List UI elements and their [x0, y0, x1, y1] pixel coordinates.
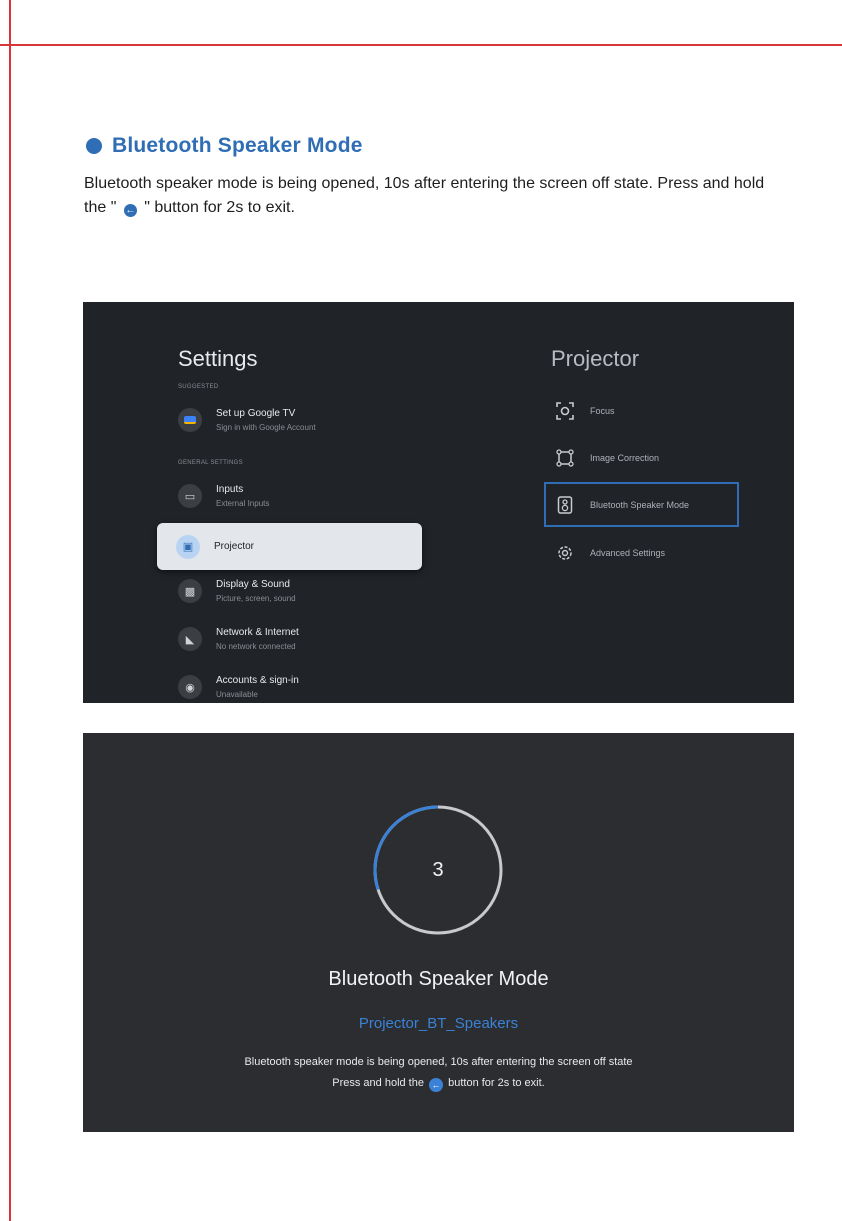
account-icon: ◉: [178, 675, 202, 699]
projector-item-image-correction[interactable]: Image Correction: [554, 447, 659, 469]
item-desc: External Inputs: [216, 499, 270, 508]
item-title: Display & Sound: [216, 579, 290, 590]
item-label: Focus: [590, 406, 615, 416]
item-label: Bluetooth Speaker Mode: [590, 500, 690, 510]
speaker-icon: [554, 494, 576, 516]
countdown-number: 3: [432, 858, 444, 881]
item-desc: Picture, screen, sound: [216, 594, 296, 603]
general-settings-label: GENERAL SETTINGS: [178, 460, 243, 466]
item-title: Projector: [214, 541, 255, 552]
section-heading: Bluetooth Speaker Mode: [86, 134, 363, 158]
line2-part1: Press and hold the: [332, 1077, 424, 1089]
focus-icon: [554, 400, 576, 422]
speaker-mode-title: Bluetooth Speaker Mode: [328, 968, 549, 990]
left-rule: [9, 0, 11, 1221]
speaker-mode-screenshot: 3 Bluetooth Speaker Mode Projector_BT_Sp…: [83, 733, 794, 1132]
top-rule: [0, 44, 842, 46]
projector-item-focus[interactable]: Focus: [554, 400, 615, 422]
projector-item-advanced-settings[interactable]: Advanced Settings: [554, 542, 665, 564]
image-correction-icon: [554, 447, 576, 469]
suggested-label: SUGGESTED: [178, 384, 219, 390]
settings-item-accounts[interactable]: ◉ Accounts & sign-in Unavailable: [178, 675, 299, 699]
settings-item-inputs[interactable]: ▭ Inputs External Inputs: [178, 484, 269, 508]
item-title: Accounts & sign-in: [216, 675, 299, 686]
settings-title: Settings: [178, 346, 258, 371]
wifi-icon: ◣: [178, 627, 202, 651]
item-desc: Sign in with Google Account: [216, 423, 316, 432]
item-desc: Unavailable: [216, 690, 258, 699]
google-tv-icon: [178, 408, 202, 432]
line2-part2: button for 2s to exit.: [448, 1077, 545, 1089]
settings-item-network[interactable]: ◣ Network & Internet No network connected: [178, 627, 299, 651]
section-title: Bluetooth Speaker Mode: [112, 134, 363, 157]
speaker-instructions-line1: Bluetooth speaker mode is being opened, …: [244, 1056, 633, 1068]
item-label: Advanced Settings: [590, 548, 666, 558]
settings-item-display-sound[interactable]: ▩ Display & Sound Picture, screen, sound: [178, 579, 296, 603]
settings-screenshot: Settings SUGGESTED Set up Google TV Sign …: [83, 302, 794, 703]
back-arrow-icon: ←: [123, 204, 137, 217]
tv-input-icon: ▭: [178, 484, 202, 508]
item-title: Set up Google TV: [216, 408, 296, 419]
projector-title: Projector: [551, 346, 640, 371]
bullet-dot-icon: [86, 138, 102, 154]
item-title: Inputs: [216, 484, 244, 495]
projector-icon: ▣: [176, 534, 200, 559]
projector-item-bluetooth-speaker-mode[interactable]: Bluetooth Speaker Mode: [554, 494, 689, 516]
item-label: Image Correction: [590, 453, 660, 463]
gear-icon: [554, 542, 576, 564]
intro-text-part2: " button for 2s to exit.: [139, 199, 295, 216]
speaker-instructions-line2: Press and hold the ← button for 2s to ex…: [83, 1077, 794, 1092]
back-button-icon: ←: [429, 1078, 444, 1092]
item-desc: No network connected: [216, 642, 296, 651]
intro-paragraph: Bluetooth speaker mode is being opened, …: [84, 172, 784, 220]
settings-item-projector[interactable]: ▣ Projector: [157, 523, 422, 570]
display-icon: ▩: [178, 579, 202, 603]
device-name: Projector_BT_Speakers: [358, 1015, 519, 1032]
settings-item-google-tv[interactable]: Set up Google TV Sign in with Google Acco…: [178, 408, 316, 432]
item-title: Network & Internet: [216, 627, 299, 638]
